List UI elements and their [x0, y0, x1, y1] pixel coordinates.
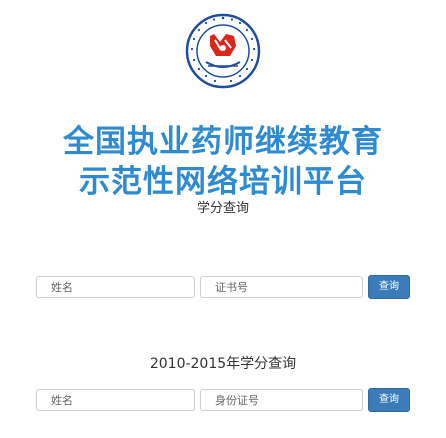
legacy-query-label: 2010-2015年学分查询: [149, 356, 297, 372]
certificate-number-input[interactable]: [200, 276, 363, 298]
legacy-name-input[interactable]: [36, 389, 195, 411]
page-title-line1: 全国执业药师继续教育: [63, 124, 383, 160]
credit-query-button[interactable]: 查询: [368, 275, 410, 299]
name-input[interactable]: [36, 276, 195, 298]
pharmacist-association-seal-icon: [185, 13, 261, 89]
page-title-line2: 示范性网络培训平台: [79, 164, 367, 200]
credit-query-label: 学分查询: [196, 201, 249, 216]
association-logo: [184, 12, 262, 90]
id-number-input[interactable]: [200, 389, 363, 411]
legacy-query-button[interactable]: 查询: [368, 388, 410, 412]
